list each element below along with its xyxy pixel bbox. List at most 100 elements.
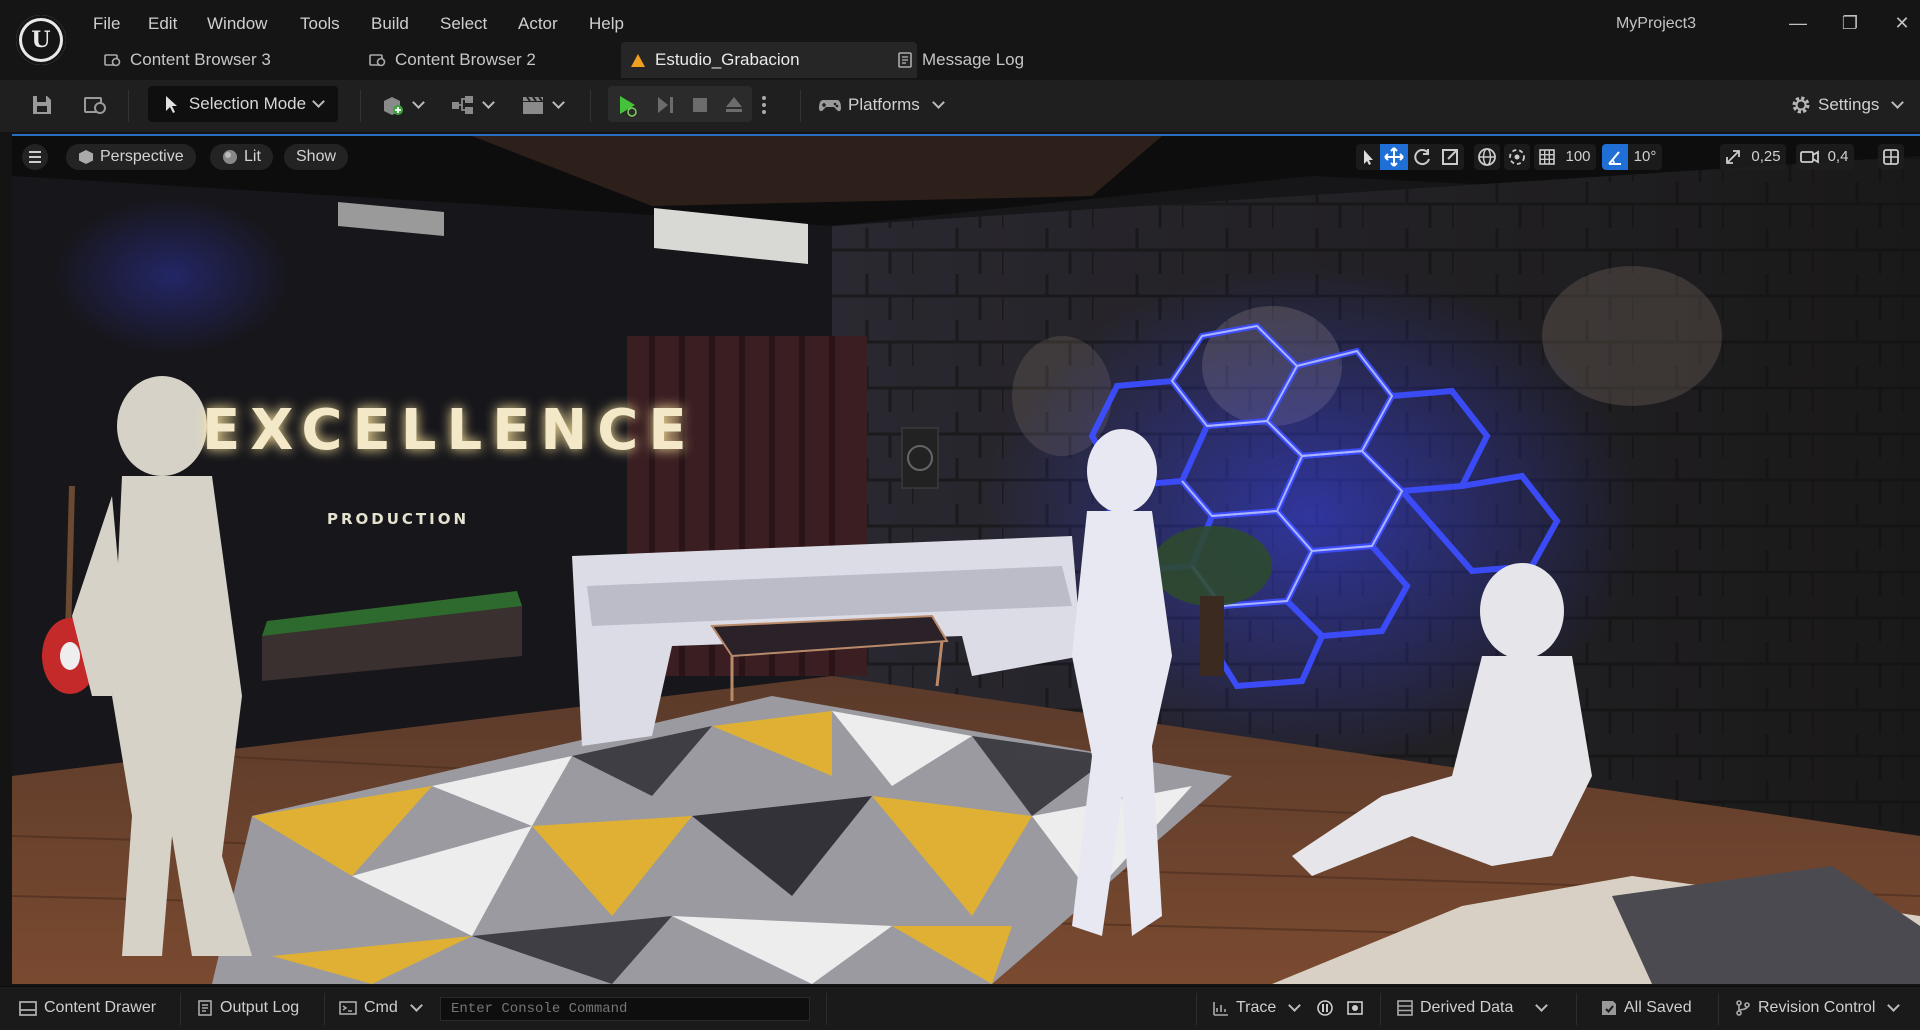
revision-control-dropdown[interactable]: Revision Control [1734,995,1901,1021]
view-mode-perspective-button[interactable]: Perspective [66,144,196,170]
add-actor-icon [383,97,403,115]
output-log-icon [198,1000,212,1016]
settings-dropdown[interactable]: Settings [1790,88,1908,122]
scale-icon [1442,149,1458,165]
menu-tools[interactable]: Tools [300,12,340,36]
menu-file[interactable]: File [93,12,120,36]
viewport-options-button[interactable] [22,144,48,170]
console-command-input[interactable] [440,997,810,1021]
stop-button[interactable] [685,88,715,122]
derived-data-label: Derived Data [1420,999,1514,1016]
camera-speed-value[interactable]: 0,4 [1822,144,1854,170]
surface-snap-icon [1509,149,1525,165]
scale-snap-toggle[interactable] [1720,144,1746,170]
scene-sign-subtext: PRODUCTION [327,510,470,528]
scene-render [12,136,1920,984]
menu-actor[interactable]: Actor [518,12,558,36]
skip-forward-icon [658,97,673,113]
camera-speed-button[interactable] [1796,144,1822,170]
play-button[interactable] [612,88,642,122]
menu-build[interactable]: Build [371,12,409,36]
screenshot-button[interactable] [1346,995,1364,1021]
close-window-button[interactable]: ✕ [1884,10,1920,36]
scene-sign-text: EXCELLENCE [202,398,697,463]
save-icon [33,96,51,114]
content-drawer-button[interactable]: Content Drawer [18,995,156,1021]
grid-icon [1539,149,1555,165]
blueprints-dropdown[interactable] [446,88,496,122]
chevron-down-icon [312,95,325,108]
toolbar-separator [590,90,591,122]
rotate-mode-button[interactable] [1408,144,1436,170]
world-local-toggle[interactable] [1474,144,1500,170]
browse-content-button[interactable] [80,88,112,122]
chevron-down-icon [1891,96,1905,109]
translate-mode-button[interactable] [1380,144,1408,170]
eject-icon [726,97,742,112]
rotation-snap-value[interactable]: 10° [1628,144,1662,170]
save-button[interactable] [26,88,58,122]
rotation-snap-toggle[interactable] [1602,144,1628,170]
tab-message-log[interactable]: Message Log [888,42,1122,78]
chevron-down-icon [411,96,425,109]
scale-mode-button[interactable] [1436,144,1464,170]
menu-edit[interactable]: Edit [148,12,177,36]
message-log-icon [896,51,914,69]
rotate-icon [1414,149,1430,166]
viewport-layout-button[interactable] [1878,144,1904,170]
save-status-button[interactable]: All Saved [1600,995,1692,1021]
play-icon [620,96,637,117]
grid-snap-toggle[interactable] [1534,144,1560,170]
toolbar-separator [128,90,129,122]
chevron-down-icon [551,96,565,109]
menu-help[interactable]: Help [589,12,624,36]
platforms-dropdown[interactable]: Platforms [818,88,948,122]
restore-button[interactable]: ❐ [1832,10,1868,36]
tab-label: Content Browser 3 [130,50,271,69]
cmd-dropdown[interactable]: Cmd [338,995,423,1021]
play-options-button[interactable] [756,88,772,122]
record-trace-button[interactable] [1316,995,1334,1021]
minimize-button[interactable]: — [1780,10,1816,36]
terminal-icon [339,1001,357,1015]
add-actor-dropdown[interactable] [376,88,426,122]
selection-mode-dropdown[interactable]: Selection Mode [148,86,338,122]
unreal-logo-icon[interactable]: U [16,15,66,65]
tab-estudio-grabacion[interactable]: Estudio_Grabacion [621,42,917,78]
tab-content-browser-2[interactable]: Content Browser 2 [361,42,635,78]
status-separator [1718,993,1719,1025]
output-log-button[interactable]: Output Log [196,995,299,1021]
menu-window[interactable]: Window [207,12,267,36]
surface-snap-toggle[interactable] [1504,144,1530,170]
status-separator [180,993,181,1025]
content-browser-icon [104,51,122,69]
derived-data-dropdown[interactable]: Derived Data [1396,995,1549,1021]
tab-label: Content Browser 2 [395,50,536,69]
globe-icon [1478,148,1496,166]
show-flags-button[interactable]: Show [284,144,349,170]
trace-label: Trace [1236,999,1277,1016]
gear-icon [1792,96,1810,114]
cube-icon [79,150,93,164]
eject-button[interactable] [719,88,749,122]
move-arrows-icon [1384,147,1404,167]
status-separator [1576,993,1577,1025]
menu-select[interactable]: Select [440,12,487,36]
level-viewport[interactable]: EXCELLENCE PRODUCTION Perspective Lit Sh… [12,136,1920,984]
camera-icon [1800,150,1819,164]
content-drawer-icon [19,1001,37,1016]
select-mode-button[interactable] [1356,144,1380,170]
advance-frame-button[interactable] [650,88,680,122]
cinematics-dropdown[interactable] [516,88,566,122]
trace-dropdown[interactable]: Trace [1212,995,1302,1021]
cursor-icon [1364,150,1373,165]
grid-snap-value[interactable]: 100 [1560,144,1596,170]
tab-content-browser-3[interactable]: Content Browser 3 [96,42,370,78]
scale-snap-value[interactable]: 0,25 [1746,144,1786,170]
view-lit-button[interactable]: Lit [210,144,273,170]
cmd-label: Cmd [364,999,398,1016]
chevron-down-icon [409,999,423,1012]
platforms-label: Platforms [848,95,920,114]
angle-icon [1608,151,1621,165]
stop-icon [693,98,707,112]
